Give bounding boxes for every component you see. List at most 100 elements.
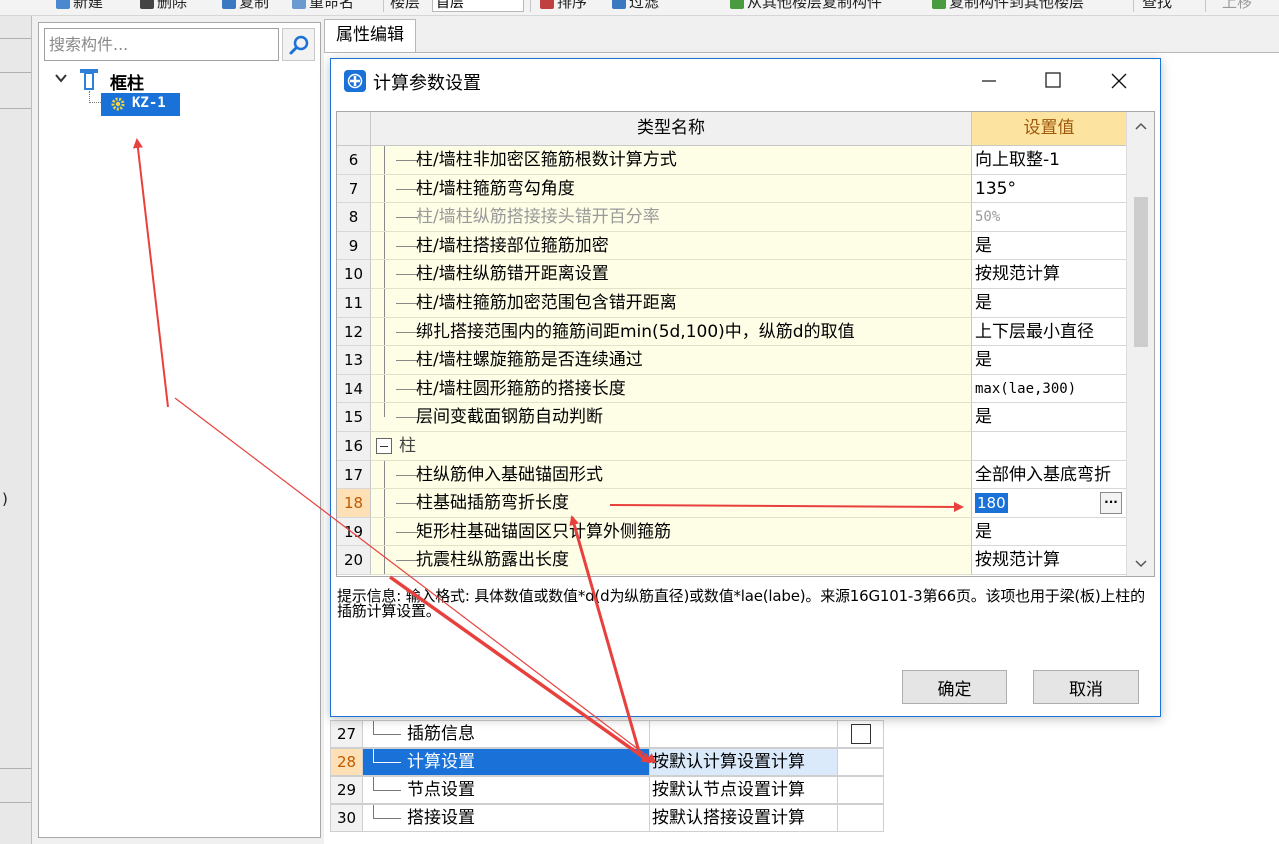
vertical-scrollbar[interactable] [1126,112,1154,576]
ok-button[interactable]: 确定 [902,670,1007,704]
minimize-icon[interactable] [958,59,1020,103]
grid-row[interactable]: 19 矩形柱基础锚固区只计算外侧箍筋 是 [337,517,1126,547]
tree-line [396,360,418,362]
grid-row[interactable]: 11 柱/墙柱箍筋加密范围包含错开距离 是 [337,289,1126,318]
strip-divider [0,38,31,39]
ellipsis-button[interactable]: ··· [1100,492,1122,515]
grid-group-row[interactable]: 16 柱 [337,432,1126,461]
toolbar-separator [383,0,384,12]
grid-row[interactable]: 12 绑扎搭接范围内的箍筋间距min(5d,100)中，纵筋d的取值 上下层最小直径 [337,317,1126,347]
strip-divider [0,802,31,803]
copy-from-floor-button[interactable]: 从其他楼层复制构件 [730,0,882,13]
filter-button[interactable]: 过滤 [612,0,659,13]
tree-root-label[interactable]: 框柱 [110,69,144,94]
row-value[interactable]: 按默认搭接设置计算 [650,804,838,832]
row-name: 柱/墙柱箍筋弯勾角度 [416,178,575,199]
delete-button[interactable]: 删除 [140,0,187,13]
toolbar-separator [1133,0,1134,12]
find-button[interactable]: 查找 [1142,0,1172,13]
row-number: 10 [337,260,371,289]
grid-header: 类型名称 设置值 [337,112,1154,146]
grid-row[interactable]: 13 柱/墙柱螺旋箍筋是否连续通过 是 [337,346,1126,375]
row-number: 15 [337,403,371,432]
collapse-icon[interactable] [376,438,392,454]
grid-row[interactable]: 18 柱基础插筋弯折长度 180 ··· [337,489,1126,518]
search-button[interactable] [282,28,315,61]
grid-row[interactable]: 10 柱/墙柱纵筋错开距离设置 按规范计算 [337,260,1126,289]
row-name: 绑扎搭接范围内的箍筋间距min(5d,100)中，纵筋d的取值 [416,321,855,342]
row-value[interactable]: 向上取整-1 [972,146,1126,175]
row-value[interactable] [650,720,838,748]
grid-row[interactable]: 8 柱/墙柱纵筋搭接接头错开百分率 50% [337,203,1126,232]
grid-row[interactable]: 17 柱纵筋伸入基础锚固形式 全部伸入基底弯折 [337,460,1126,490]
row-number: 30 [330,804,363,832]
main-toolbar: 新建 删除 复制 重命名 楼层 首层 排序 过滤 从其他楼层复制构件 复制构件到… [0,0,1279,16]
row-value[interactable]: 是 [972,289,1126,318]
row-number: 14 [337,374,371,404]
grid-row[interactable]: 9 柱/墙柱搭接部位箍筋加密 是 [337,231,1126,261]
search-input[interactable] [44,28,279,61]
row-number: 6 [337,146,371,175]
row-name-cell: 柱基础插筋弯折长度 [371,489,972,518]
maximize-icon[interactable] [1022,59,1084,103]
tab-property-edit[interactable]: 属性编辑 [324,19,416,52]
row-value[interactable]: 是 [972,346,1126,375]
tree-line [384,546,385,574]
row-name-cell: 节点设置 [363,776,650,804]
row-value[interactable]: 全部伸入基底弯折 [972,460,1126,490]
value-edit-text[interactable]: 180 [975,493,1008,514]
tree-line [384,289,385,317]
grid-row[interactable]: 14 柱/墙柱圆形箍筋的搭接长度 max(lae,300) [337,374,1126,404]
row-value[interactable] [972,432,1126,461]
row-number: 20 [337,546,371,575]
floor-select[interactable]: 首层 [432,0,524,12]
sort-icon [540,0,554,9]
floor-label: 楼层 [390,0,421,11]
close-icon[interactable] [1088,59,1150,103]
row-number: 27 [330,720,363,748]
row-name: 层间变截面钢筋自动判断 [416,407,603,428]
tree-connector [89,91,101,103]
calc-settings-dialog: 计算参数设置 类型名称 设置值 6 柱/墙柱非加密区箍筋根数计算方式 向上取整-1 7… [330,58,1161,717]
row-value[interactable]: max(lae,300) [972,374,1126,404]
row-checkbox[interactable] [851,724,871,744]
value-edit-field[interactable]: 180 ··· [972,489,1126,518]
tree-line [384,317,385,346]
row-value[interactable]: 按默认节点设置计算 [650,776,838,804]
row-value[interactable]: 是 [972,517,1126,547]
cancel-button[interactable]: 取消 [1033,670,1139,704]
tree-line [384,374,385,403]
row-value[interactable]: 50% [972,203,1126,232]
row-value[interactable]: 是 [972,231,1126,261]
copy-icon [222,0,236,9]
chevron-down-icon[interactable] [53,70,69,86]
copy-button[interactable]: 复制 [222,0,269,13]
row-value[interactable]: 上下层最小直径 [972,317,1126,347]
row-value[interactable]: 是 [972,403,1126,432]
grid-row[interactable]: 6 柱/墙柱非加密区箍筋根数计算方式 向上取整-1 [337,146,1126,175]
move-up-button[interactable]: 上移 [1222,0,1252,13]
rename-button[interactable]: 重命名 [292,0,354,13]
scroll-up-icon[interactable] [1135,122,1147,130]
row-number: 11 [337,289,371,318]
row-value[interactable]: 135° [972,174,1126,204]
dialog-titlebar[interactable]: 计算参数设置 [331,59,1160,105]
scrollbar-thumb[interactable] [1134,197,1148,347]
tree-item-kz1[interactable]: KZ-1 [101,93,180,116]
grid-row[interactable]: 7 柱/墙柱箍筋弯勾角度 135° [337,174,1126,204]
scroll-down-icon[interactable] [1135,560,1147,568]
sort-button[interactable]: 排序 [540,0,587,13]
row-name: 节点设置 [407,780,475,800]
row-number: 28 [330,748,363,776]
row-name-cell: 抗震柱纵筋露出长度 [371,546,972,575]
tree-line [396,331,418,333]
row-name-cell: 柱 [371,432,972,461]
grid-row[interactable]: 20 抗震柱纵筋露出长度 按规范计算 [337,546,1126,575]
row-value[interactable]: 按默认计算设置计算 [650,748,838,776]
new-button[interactable]: 新建 [56,0,103,13]
tree-line [396,188,418,190]
row-value[interactable]: 按规范计算 [972,546,1126,575]
grid-row[interactable]: 15 层间变截面钢筋自动判断 是 [337,403,1126,432]
copy-to-floor-button[interactable]: 复制构件到其他楼层 [932,0,1084,13]
row-value[interactable]: 按规范计算 [972,260,1126,289]
